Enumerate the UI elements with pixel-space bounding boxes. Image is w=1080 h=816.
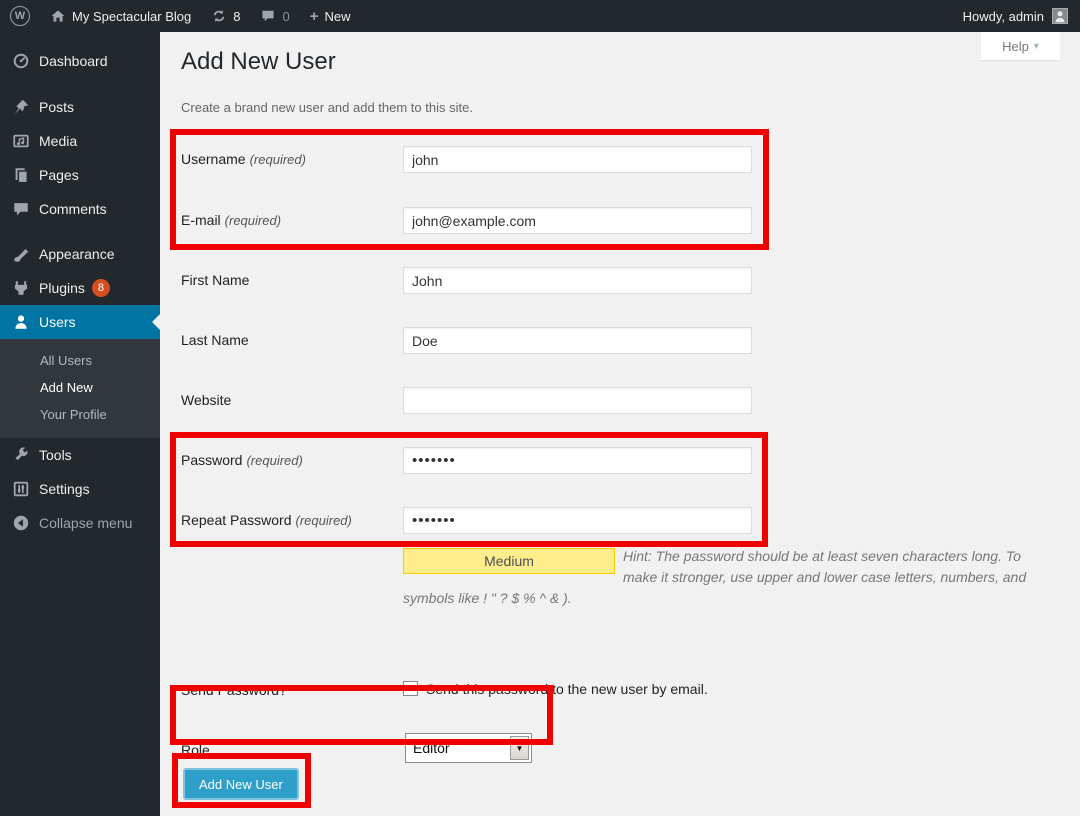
submenu-item-your-profile[interactable]: Your Profile xyxy=(0,401,160,428)
help-label: Help xyxy=(1002,39,1029,54)
password-hint-area: Medium Hint: The password should be at l… xyxy=(403,546,1039,609)
new-label: New xyxy=(324,9,350,24)
comment-bubble-icon xyxy=(260,8,276,24)
pages-icon xyxy=(12,166,30,184)
submenu-item-add-new[interactable]: Add New xyxy=(0,374,160,401)
chevron-down-icon: ▾ xyxy=(1034,41,1039,52)
new-menu[interactable]: + New xyxy=(300,0,361,32)
website-input[interactable] xyxy=(403,387,752,414)
username-label: Username(required) xyxy=(181,151,306,167)
person-icon xyxy=(1053,9,1067,23)
sidebar-item-dashboard[interactable]: Dashboard xyxy=(0,44,160,78)
required-hint: (required) xyxy=(246,453,302,468)
sidebar-item-settings[interactable]: Settings xyxy=(0,472,160,506)
first-name-label: First Name xyxy=(181,272,249,288)
send-password-label: Send Password? xyxy=(181,682,287,698)
last-name-label: Last Name xyxy=(181,332,249,348)
main-content: Help ▾ Add New User Create a brand new u… xyxy=(160,32,1080,816)
send-password-checkbox[interactable] xyxy=(403,681,418,696)
required-hint: (required) xyxy=(225,213,281,228)
sidebar-item-pages[interactable]: Pages xyxy=(0,158,160,192)
select-arrow-button[interactable]: ▼ xyxy=(510,736,529,760)
plugins-update-badge: 8 xyxy=(92,279,110,297)
sidebar-item-posts[interactable]: Posts xyxy=(0,90,160,124)
sidebar-item-plugins[interactable]: Plugins 8 xyxy=(0,271,160,305)
email-input[interactable] xyxy=(403,207,752,234)
users-icon xyxy=(12,313,30,331)
settings-icon xyxy=(12,480,30,498)
wrench-icon xyxy=(12,446,30,464)
email-label: E-mail(required) xyxy=(181,212,281,228)
updates-menu[interactable]: 8 xyxy=(201,0,250,32)
sidebar-item-label: Tools xyxy=(39,447,72,463)
active-item-arrow xyxy=(152,314,160,330)
comments-menu[interactable]: 0 xyxy=(250,0,299,32)
page-description: Create a brand new user and add them to … xyxy=(181,100,473,115)
required-hint: (required) xyxy=(296,513,352,528)
sidebar-item-label: Posts xyxy=(39,99,74,115)
last-name-input[interactable] xyxy=(403,327,752,354)
plus-icon: + xyxy=(310,9,319,24)
collapse-icon xyxy=(12,514,30,532)
update-count: 8 xyxy=(233,9,240,24)
password-input[interactable] xyxy=(403,447,752,474)
dashboard-icon xyxy=(12,52,30,70)
help-button[interactable]: Help ▾ xyxy=(981,32,1060,60)
username-input[interactable] xyxy=(403,146,752,173)
send-password-checkbox-label: Send this password to the new user by em… xyxy=(426,681,708,697)
sidebar-item-label: Dashboard xyxy=(39,53,108,69)
plugin-icon xyxy=(12,279,30,297)
paintbrush-icon xyxy=(12,245,30,263)
comment-count: 0 xyxy=(282,9,289,24)
home-icon xyxy=(50,8,66,24)
users-submenu: All Users Add New Your Profile xyxy=(0,339,160,438)
sidebar-item-tools[interactable]: Tools xyxy=(0,438,160,472)
sidebar-item-collapse-menu[interactable]: Collapse menu xyxy=(0,506,160,540)
admin-bar: W My Spectacular Blog 8 0 + New Howdy, a… xyxy=(0,0,1080,32)
sidebar-item-label: Media xyxy=(39,133,77,149)
website-label: Website xyxy=(181,392,231,408)
sidebar-item-label: Appearance xyxy=(39,246,115,262)
chevron-down-icon: ▼ xyxy=(516,744,524,753)
first-name-input[interactable] xyxy=(403,267,752,294)
wordpress-logo-icon: W xyxy=(10,6,30,26)
page-title: Add New User xyxy=(181,46,336,78)
wp-logo-menu[interactable]: W xyxy=(0,0,40,32)
role-select[interactable]: Editor ▼ xyxy=(405,733,532,763)
avatar[interactable] xyxy=(1052,8,1068,24)
password-strength-meter: Medium xyxy=(403,548,615,574)
comments-icon xyxy=(12,200,30,218)
role-selected-value: Editor xyxy=(406,740,510,756)
required-hint: (required) xyxy=(250,152,306,167)
sidebar-item-label: Plugins xyxy=(39,280,85,296)
sidebar-item-label: Users xyxy=(39,314,76,330)
sidebar-item-appearance[interactable]: Appearance xyxy=(0,237,160,271)
admin-sidebar: Dashboard Posts Media Pages Comments xyxy=(0,32,160,816)
repeat-password-input[interactable] xyxy=(403,507,752,534)
site-name-menu[interactable]: My Spectacular Blog xyxy=(40,0,201,32)
add-new-user-button[interactable]: Add New User xyxy=(183,768,299,800)
sidebar-item-label: Comments xyxy=(39,201,107,217)
howdy-text[interactable]: Howdy, admin xyxy=(963,9,1044,24)
sidebar-item-comments[interactable]: Comments xyxy=(0,192,160,226)
site-name: My Spectacular Blog xyxy=(72,9,191,24)
password-label: Password(required) xyxy=(181,452,303,468)
sidebar-item-label: Collapse menu xyxy=(39,515,132,531)
media-icon xyxy=(12,132,30,150)
updates-icon xyxy=(211,8,227,24)
repeat-password-label: Repeat Password(required) xyxy=(181,512,352,528)
pushpin-icon xyxy=(12,98,30,116)
sidebar-item-users[interactable]: Users xyxy=(0,305,160,339)
sidebar-item-label: Settings xyxy=(39,481,90,497)
sidebar-item-media[interactable]: Media xyxy=(0,124,160,158)
sidebar-item-label: Pages xyxy=(39,167,79,183)
submenu-item-all-users[interactable]: All Users xyxy=(0,347,160,374)
role-label: Role xyxy=(181,742,210,758)
